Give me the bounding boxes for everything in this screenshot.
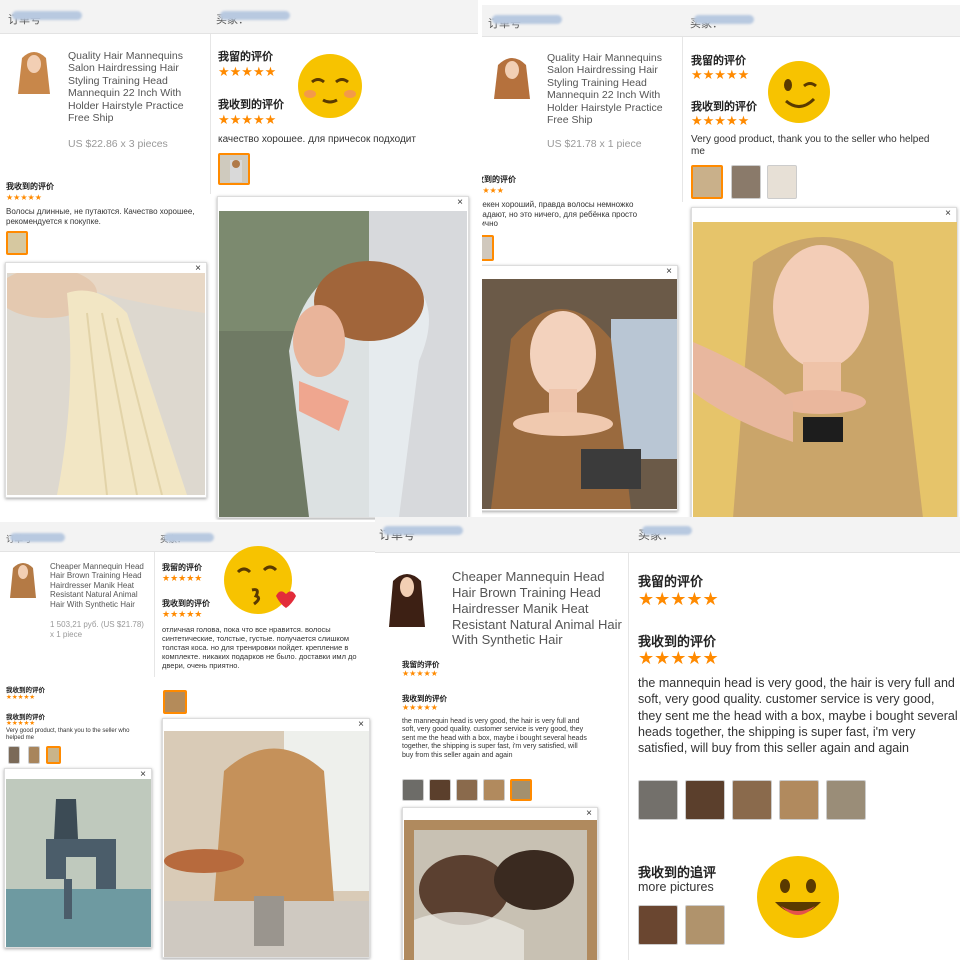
header-bar: 订单号 买家：: [0, 0, 478, 34]
review-text: Волосы длинные, не путаются. Качество хо…: [6, 207, 195, 226]
rating-stars: ★★★★★: [218, 64, 277, 79]
received-review-label: 我收到的评价: [162, 599, 210, 608]
product-title[interactable]: Quality Hair Mannequins Salon Hairdressi…: [68, 50, 206, 124]
photo-popup: ×: [691, 207, 957, 519]
rating-stars: ★★★★★: [638, 589, 719, 609]
review-photo[interactable]: [404, 820, 597, 960]
left-review-label: 我留的评价: [691, 55, 746, 67]
review-photo-thumb[interactable]: [402, 779, 424, 801]
left-review-label: 我留的评价: [162, 563, 202, 572]
review-photo-thumb[interactable]: [638, 905, 678, 945]
content-emoji-icon: [296, 52, 364, 120]
review-photo[interactable]: [693, 222, 957, 518]
header-bar: 订单号 买家：: [375, 517, 960, 553]
review-panel-4: 订单号 买家： Cheaper Mannequin Head Hair Brow…: [375, 517, 960, 960]
review-photo-thumb[interactable]: [732, 780, 772, 820]
review-photo-thumb[interactable]: [731, 165, 761, 199]
review-photo[interactable]: [219, 211, 467, 517]
product-thumbnail[interactable]: [387, 567, 427, 629]
product-price: US $22.86 x 3 pieces: [68, 138, 168, 150]
review-photo-thumb[interactable]: [429, 779, 451, 801]
review-text: манекен хороший, правда волосы немножко …: [482, 200, 638, 229]
review-text: качество хорошее. для причесок подходит: [218, 134, 416, 145]
rating-stars: ★★★★★: [6, 193, 42, 202]
left-review-label: 我留的评价: [638, 574, 704, 589]
review-photo[interactable]: [7, 273, 205, 495]
rating-stars: ★★★★★: [162, 609, 203, 619]
review-photo-thumb[interactable]: [483, 779, 505, 801]
rating-stars: ★★★★★: [6, 720, 36, 727]
rating-stars: ★★★★★: [691, 67, 750, 82]
photo-popup: ×: [217, 196, 469, 518]
review-photo-thumb[interactable]: [218, 153, 250, 185]
followup-review-label: 我收到的追评: [638, 865, 717, 880]
product-price: 1 503,21 руб. (US $21.78) x 1 piece: [50, 620, 144, 639]
review-photo-thumb[interactable]: [482, 235, 494, 261]
received-review-label: 我收到的评价: [218, 99, 284, 111]
review-photo-thumb[interactable]: [6, 231, 28, 255]
rating-stars: ★★★★★: [402, 669, 438, 678]
kiss-emoji-icon: [222, 544, 298, 616]
review-collage: 订单号 买家： Quality Hair Mannequins Salon Ha…: [0, 0, 960, 960]
review-photo-thumb[interactable]: [685, 905, 725, 945]
product-thumbnail[interactable]: [490, 51, 534, 101]
close-icon[interactable]: ×: [666, 267, 672, 277]
received-review-label: 我收到的评价: [482, 175, 516, 184]
followup-text: more pictures: [638, 880, 714, 894]
review-photo[interactable]: [6, 779, 151, 947]
smile-emoji-icon: [755, 854, 841, 940]
review-text: the mannequin head is very good, the hai…: [402, 718, 587, 759]
review-photo[interactable]: [482, 279, 677, 509]
left-review-label: 我留的评价: [218, 51, 273, 63]
photo-popup: ×: [402, 807, 598, 960]
review-photo-thumb[interactable]: [767, 165, 797, 199]
photo-popup: ×: [4, 768, 152, 948]
rating-stars: ★★★★★: [402, 703, 438, 712]
rating-stars: ★★★★★: [6, 694, 36, 701]
review-panel-2: 订单号 买家： Quality Hair Mannequins Salon Ha…: [482, 5, 960, 520]
product-title[interactable]: Cheaper Mannequin Head Hair Brown Traini…: [452, 569, 624, 648]
close-icon[interactable]: ×: [457, 198, 463, 208]
review-panel-3: 订单号 买家： Cheaper Mannequin Head Hair Brow…: [0, 522, 375, 960]
close-icon[interactable]: ×: [586, 809, 592, 819]
review-photo-thumb[interactable]: [685, 780, 725, 820]
product-price: US $21.78 x 1 piece: [547, 138, 642, 150]
header-bar: 订单号 买家：: [0, 522, 375, 552]
photo-popup: ×: [162, 718, 370, 958]
product-title[interactable]: Quality Hair Mannequins Salon Hairdressi…: [547, 52, 675, 126]
review-photo-thumb[interactable]: [28, 746, 40, 764]
review-photo-thumb[interactable]: [510, 779, 532, 801]
review-photo-thumb[interactable]: [779, 780, 819, 820]
review-photo-thumb[interactable]: [163, 690, 187, 714]
review-photo-thumb[interactable]: [638, 780, 678, 820]
review-text: the mannequin head is very good, the hai…: [638, 676, 958, 755]
review-photo-thumb[interactable]: [8, 746, 20, 764]
review-photo-thumb[interactable]: [456, 779, 478, 801]
review-photo-thumb[interactable]: [691, 165, 723, 199]
rating-stars: ★★★★★: [162, 573, 203, 583]
review-photo-thumb[interactable]: [826, 780, 866, 820]
review-text: отличная голова, пока что все нравится. …: [162, 625, 357, 670]
product-thumbnail[interactable]: [8, 558, 38, 600]
product-title[interactable]: Cheaper Mannequin Head Hair Brown Traini…: [50, 562, 152, 609]
photo-popup: ×: [5, 262, 207, 498]
review-photo[interactable]: [164, 731, 369, 957]
close-icon[interactable]: ×: [945, 209, 951, 219]
photo-popup: ×: [482, 265, 678, 511]
rating-stars: ★★★★★: [218, 112, 277, 127]
received-review-label: 我收到的评价: [6, 182, 54, 191]
product-thumbnail[interactable]: [14, 46, 54, 96]
wink-emoji-icon: [766, 59, 832, 125]
review-text: Very good product, thank you to the sell…: [691, 134, 930, 157]
rating-stars: ★★★★★: [691, 113, 750, 128]
rating-stars: ★★★★★: [638, 648, 719, 668]
review-panel-1: 订单号 买家： Quality Hair Mannequins Salon Ha…: [0, 0, 478, 520]
close-icon[interactable]: ×: [358, 720, 364, 730]
header-bar: 订单号 买家：: [482, 5, 960, 37]
rating-stars: ★★★★★: [482, 186, 504, 195]
review-photo-thumb[interactable]: [46, 746, 61, 764]
received-review-label: 我收到的评价: [691, 101, 757, 113]
review-text: Very good product, thank you to the sell…: [6, 728, 130, 742]
